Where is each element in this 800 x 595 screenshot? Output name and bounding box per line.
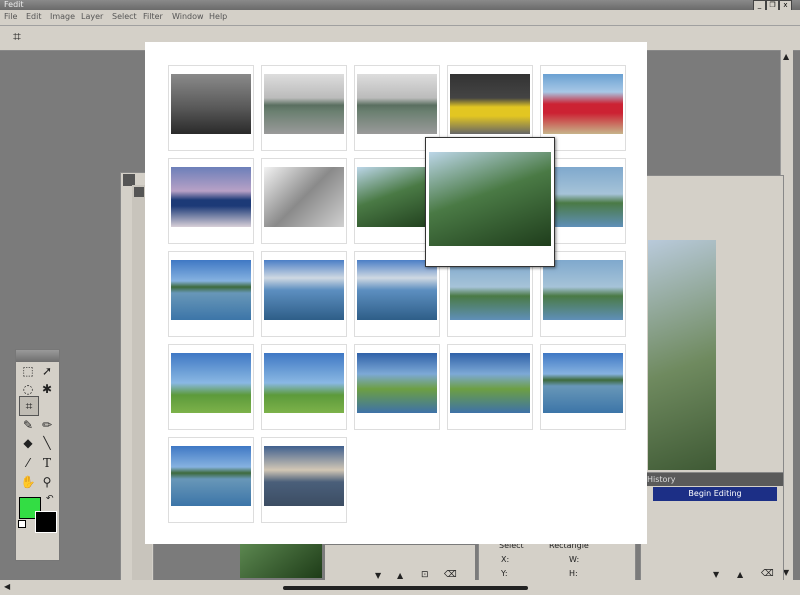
palm-beach-photo: [171, 353, 251, 413]
thumbnail-preview-popup: [425, 137, 555, 267]
default-colors-icon[interactable]: [18, 520, 26, 528]
h-label: H:: [569, 569, 578, 578]
scroll-up-icon[interactable]: ▲: [783, 52, 789, 61]
sea-tree-photo-2: [543, 260, 623, 320]
text-icon[interactable]: T: [38, 454, 56, 472]
menu-select[interactable]: Select: [112, 12, 137, 21]
title-bar: Fedit _ ❐ x: [0, 0, 800, 11]
gallery-thumbnail[interactable]: [168, 251, 254, 337]
new-layer-icon[interactable]: ⊡: [421, 570, 429, 580]
jungle-preview-photo: [429, 152, 551, 246]
crop-icon[interactable]: ⌗: [19, 396, 39, 416]
sunset-photo: [264, 446, 344, 506]
line-icon[interactable]: ╲: [38, 434, 56, 452]
background-color-swatch[interactable]: [35, 511, 57, 533]
green-hills-photo: [357, 353, 437, 413]
gallery-thumbnail[interactable]: [540, 344, 626, 430]
sea-storm-cloud-photo: [357, 260, 437, 320]
arrow-down-icon[interactable]: ▼: [713, 570, 719, 579]
menu-file[interactable]: File: [4, 12, 17, 21]
eraser-icon[interactable]: ✎: [19, 416, 37, 434]
magic-wand-icon[interactable]: ✱: [38, 380, 56, 398]
delete-icon[interactable]: ⌫: [444, 570, 457, 580]
app-title: Fedit: [4, 0, 24, 9]
doc-status-strip: ▼ ▲ ⊡ ⌫: [325, 545, 475, 580]
move-icon[interactable]: ➚: [38, 362, 56, 380]
gallery-thumbnail[interactable]: [168, 158, 254, 244]
bay-photo: [171, 446, 251, 506]
menu-bar: File Edit Image Layer Select Filter Wind…: [0, 10, 800, 26]
zoom-icon[interactable]: ⚲: [38, 473, 56, 491]
pencil-icon[interactable]: ✏: [38, 416, 56, 434]
sea-island-photo: [171, 260, 251, 320]
horizontal-scrollbar[interactable]: ◀: [0, 580, 800, 595]
y-label: Y:: [501, 569, 508, 578]
info-panel: Select Rectangle X: W: Y: H:: [478, 540, 636, 584]
history-panel: History Begin Editing ▼ ▲ ⌫: [640, 472, 784, 582]
bay-clouds-photo: [543, 353, 623, 413]
palm-hill-photo: [264, 353, 344, 413]
arrow-up-icon[interactable]: ▲: [737, 570, 743, 579]
window-icon: [134, 187, 144, 197]
gallery-thumbnail[interactable]: [168, 65, 254, 151]
car-red-photo: [543, 74, 623, 134]
arrow-up-icon[interactable]: ▲: [397, 571, 403, 580]
car-green-photo-2: [357, 74, 437, 134]
image-gallery-overlay: [145, 42, 647, 544]
sea-clouds-photo: [264, 260, 344, 320]
hand-icon[interactable]: ✋: [19, 473, 37, 491]
bucket-icon[interactable]: ◆: [19, 434, 37, 452]
marquee-icon[interactable]: ⬚: [19, 362, 37, 380]
green-hills-photo-2: [450, 353, 530, 413]
car-blue-photo: [171, 167, 251, 227]
tools-palette: ⬚ ➚ ◌ ✱ ⌗ ✎ ✏ ◆ ╲ ⁄ T ✋ ⚲ ↶: [15, 349, 60, 561]
history-title: History: [641, 473, 783, 486]
delete-icon[interactable]: ⌫: [761, 569, 774, 579]
gallery-thumbnail[interactable]: [261, 65, 347, 151]
menu-layer[interactable]: Layer: [81, 12, 103, 21]
scroll-left-icon[interactable]: ◀: [4, 582, 10, 591]
swap-colors-icon[interactable]: ↶: [46, 494, 54, 504]
menu-filter[interactable]: Filter: [143, 12, 163, 21]
gallery-thumbnail[interactable]: [261, 437, 347, 523]
gallery-thumbnail[interactable]: [354, 344, 440, 430]
leaf-photo: [240, 540, 322, 578]
arrow-down-icon[interactable]: ▼: [375, 571, 381, 580]
tree-photo: [648, 240, 716, 470]
x-label: X:: [501, 555, 510, 564]
building-photo: [264, 167, 344, 227]
w-label: W:: [569, 555, 580, 564]
car-yellow-photo: [450, 74, 530, 134]
gallery-thumbnail[interactable]: [168, 437, 254, 523]
eyedropper-icon[interactable]: ⁄: [19, 454, 37, 472]
menu-help[interactable]: Help: [209, 12, 227, 21]
gallery-thumbnail[interactable]: [447, 344, 533, 430]
menu-window[interactable]: Window: [172, 12, 204, 21]
history-item[interactable]: Begin Editing: [653, 487, 777, 501]
scroll-thumb[interactable]: [283, 586, 528, 590]
menu-edit[interactable]: Edit: [26, 12, 42, 21]
menu-image[interactable]: Image: [50, 12, 75, 21]
car-green-photo: [264, 74, 344, 134]
crop-icon[interactable]: ⌗: [13, 29, 21, 45]
car-silver-photo: [171, 74, 251, 134]
gallery-thumbnail[interactable]: [261, 344, 347, 430]
gallery-thumbnail[interactable]: [261, 251, 347, 337]
gallery-thumbnail[interactable]: [168, 344, 254, 430]
sea-tree-photo: [450, 260, 530, 320]
gallery-thumbnail[interactable]: [261, 158, 347, 244]
jungle-coast-photo: [543, 167, 623, 227]
tools-header[interactable]: [16, 350, 59, 362]
